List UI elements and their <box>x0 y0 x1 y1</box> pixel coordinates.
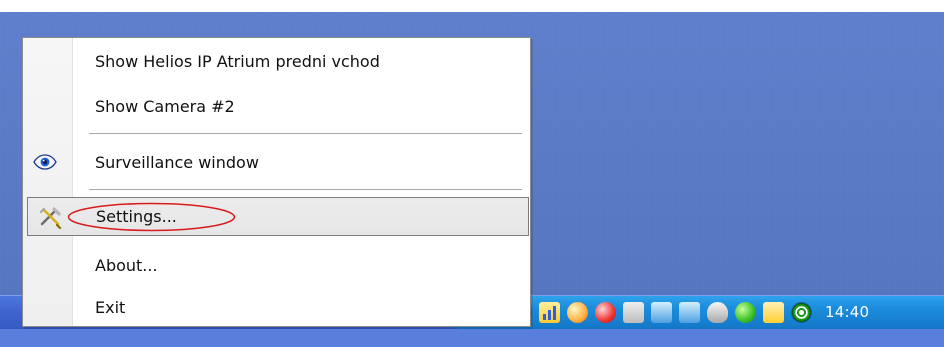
chart-bar <box>553 306 556 320</box>
menu-item-label: Exit <box>95 298 126 317</box>
desktop-top-strip <box>0 0 944 12</box>
chart-bar <box>548 310 551 320</box>
menu-item-label: Settings... <box>96 207 177 226</box>
target-icon[interactable] <box>791 302 812 323</box>
chart-bar <box>543 314 546 320</box>
menu-item-exit[interactable]: Exit <box>23 290 530 326</box>
menu-separator <box>89 189 522 190</box>
menu-item-label: Surveillance window <box>95 153 259 172</box>
network-icon[interactable] <box>679 302 700 323</box>
wireless-icon[interactable] <box>651 302 672 323</box>
green-icon[interactable] <box>735 302 756 323</box>
star-icon[interactable] <box>763 302 784 323</box>
menu-item-surveillance-window[interactable]: Surveillance window <box>23 145 530 181</box>
tools-icon <box>39 207 62 229</box>
menu-item-about[interactable]: About... <box>23 248 530 284</box>
eye-icon <box>33 154 57 170</box>
menu-separator <box>89 133 522 134</box>
stop-icon[interactable] <box>595 302 616 323</box>
menu-item-label: Show Camera #2 <box>95 97 235 116</box>
screen: 14:40 Show Helios IP Atrium predni vchod… <box>0 0 944 347</box>
clock-icon[interactable] <box>567 302 588 323</box>
menu-item-label: Show Helios IP Atrium predni vchod <box>95 52 380 71</box>
context-menu: Show Helios IP Atrium predni vchod Show … <box>22 37 531 327</box>
shield-icon[interactable] <box>707 302 728 323</box>
menu-item-label: About... <box>95 256 158 275</box>
gray-icon[interactable] <box>623 302 644 323</box>
menu-item-show-camera-2[interactable]: Show Camera #2 <box>23 89 530 125</box>
clock-time: 14:40 <box>825 303 870 321</box>
chart-icon[interactable] <box>539 302 560 323</box>
menu-item-settings[interactable]: Settings... <box>27 197 529 236</box>
menu-item-show-helios[interactable]: Show Helios IP Atrium predni vchod <box>23 44 530 80</box>
